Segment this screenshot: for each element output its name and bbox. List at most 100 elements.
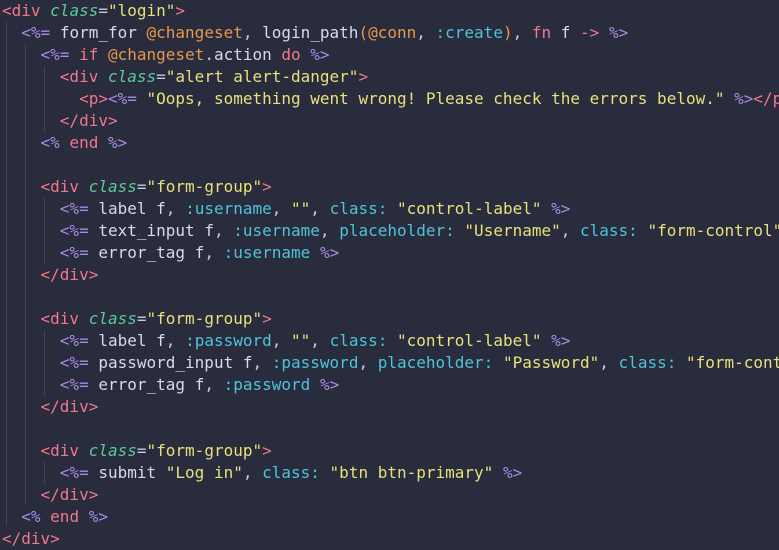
code-token: password_input (98, 353, 234, 372)
code-line[interactable]: </div> (0, 484, 779, 506)
code-line[interactable]: <%= form_for @changeset, login_path(@con… (0, 22, 779, 44)
code-token: placeholder: (339, 221, 455, 240)
code-token: "login" (107, 1, 176, 20)
code-token: , (204, 375, 224, 394)
code-token: f (194, 375, 205, 394)
code-token: "Username" (464, 221, 561, 240)
code-line[interactable]: <div class="alert alert-danger"> (0, 66, 779, 88)
code-token: "" (291, 199, 311, 218)
code-token: label (98, 199, 147, 218)
code-token: , (416, 23, 436, 42)
code-token: :password (185, 331, 272, 350)
code-editor-viewport[interactable]: <div class="login"> <%= form_for @change… (0, 0, 779, 548)
code-line[interactable]: <%= if @changeset.action do %> (0, 44, 779, 66)
code-line[interactable]: <div class="form-group"> (0, 176, 779, 198)
code-line[interactable] (0, 286, 779, 308)
code-token: </div> (40, 485, 99, 504)
code-token: <%= (59, 353, 89, 372)
code-token: f (194, 243, 205, 262)
code-token: :username (185, 199, 272, 218)
code-token: class: (618, 353, 677, 372)
code-token: label (98, 331, 147, 350)
code-token: , (271, 199, 292, 218)
code-token: <%= (59, 221, 89, 240)
code-token: class: (329, 199, 388, 218)
code-token: , (599, 353, 619, 372)
code-line[interactable]: <% end %> (0, 506, 779, 528)
code-line[interactable]: </div> (0, 110, 779, 132)
code-token: f (156, 199, 166, 218)
code-token: error_tag (98, 375, 186, 394)
code-token: , (242, 463, 263, 482)
code-token: f (204, 221, 214, 240)
code-token: <% (40, 133, 60, 152)
code-token: <%= (21, 23, 51, 42)
code-token: , (358, 353, 378, 372)
code-token: , (165, 199, 186, 218)
code-token: :password (223, 375, 311, 394)
code-token: > (175, 1, 186, 20)
code-token: %> (107, 133, 128, 152)
code-line[interactable]: <div class="login"> (0, 0, 779, 22)
code-line[interactable]: <%= text_input f, :username, placeholder… (0, 220, 779, 242)
code-token: %> (310, 45, 330, 64)
code-line[interactable] (0, 154, 779, 176)
code-token: :password (271, 353, 359, 372)
code-token: form_for (59, 23, 137, 42)
code-token: "Password" (502, 353, 600, 372)
code-line[interactable] (0, 418, 779, 440)
code-token: , (271, 331, 292, 350)
code-token: @changeset (107, 45, 205, 64)
code-line[interactable]: <%= label f, :password, "", class: "cont… (0, 330, 779, 352)
code-line[interactable]: <p><%= "Oops, something went wrong! Plea… (0, 88, 779, 110)
code-line[interactable]: <%= error_tag f, :password %> (0, 374, 779, 396)
code-token: > (262, 441, 272, 460)
code-line[interactable]: <% end %> (0, 132, 779, 154)
code-line[interactable]: </div> (0, 264, 779, 286)
code-line[interactable]: <div class="form-group"> (0, 440, 779, 462)
code-line[interactable]: <%= submit "Log in", class: "btn btn-pri… (0, 462, 779, 484)
code-token: placeholder: (377, 353, 494, 372)
code-token: <div (40, 441, 80, 460)
code-line[interactable]: <div class="form-group"> (0, 308, 779, 330)
code-token: :create (435, 23, 503, 42)
code-token: do (281, 45, 301, 64)
code-line[interactable]: <%= error_tag f, :username %> (0, 242, 779, 264)
code-token: %> (502, 463, 523, 482)
code-token: , (242, 23, 263, 42)
code-line[interactable]: </div> (0, 528, 779, 550)
code-content[interactable]: <div class="login"> <%= form_for @change… (0, 0, 779, 550)
code-token: class (88, 309, 137, 328)
code-token: action (213, 45, 272, 64)
code-line[interactable]: <%= password_input f, :password, placeho… (0, 352, 779, 374)
code-line[interactable]: <%= label f, :username, "", class: "cont… (0, 198, 779, 220)
code-line[interactable]: </div> (0, 396, 779, 418)
code-token: > (262, 309, 272, 328)
